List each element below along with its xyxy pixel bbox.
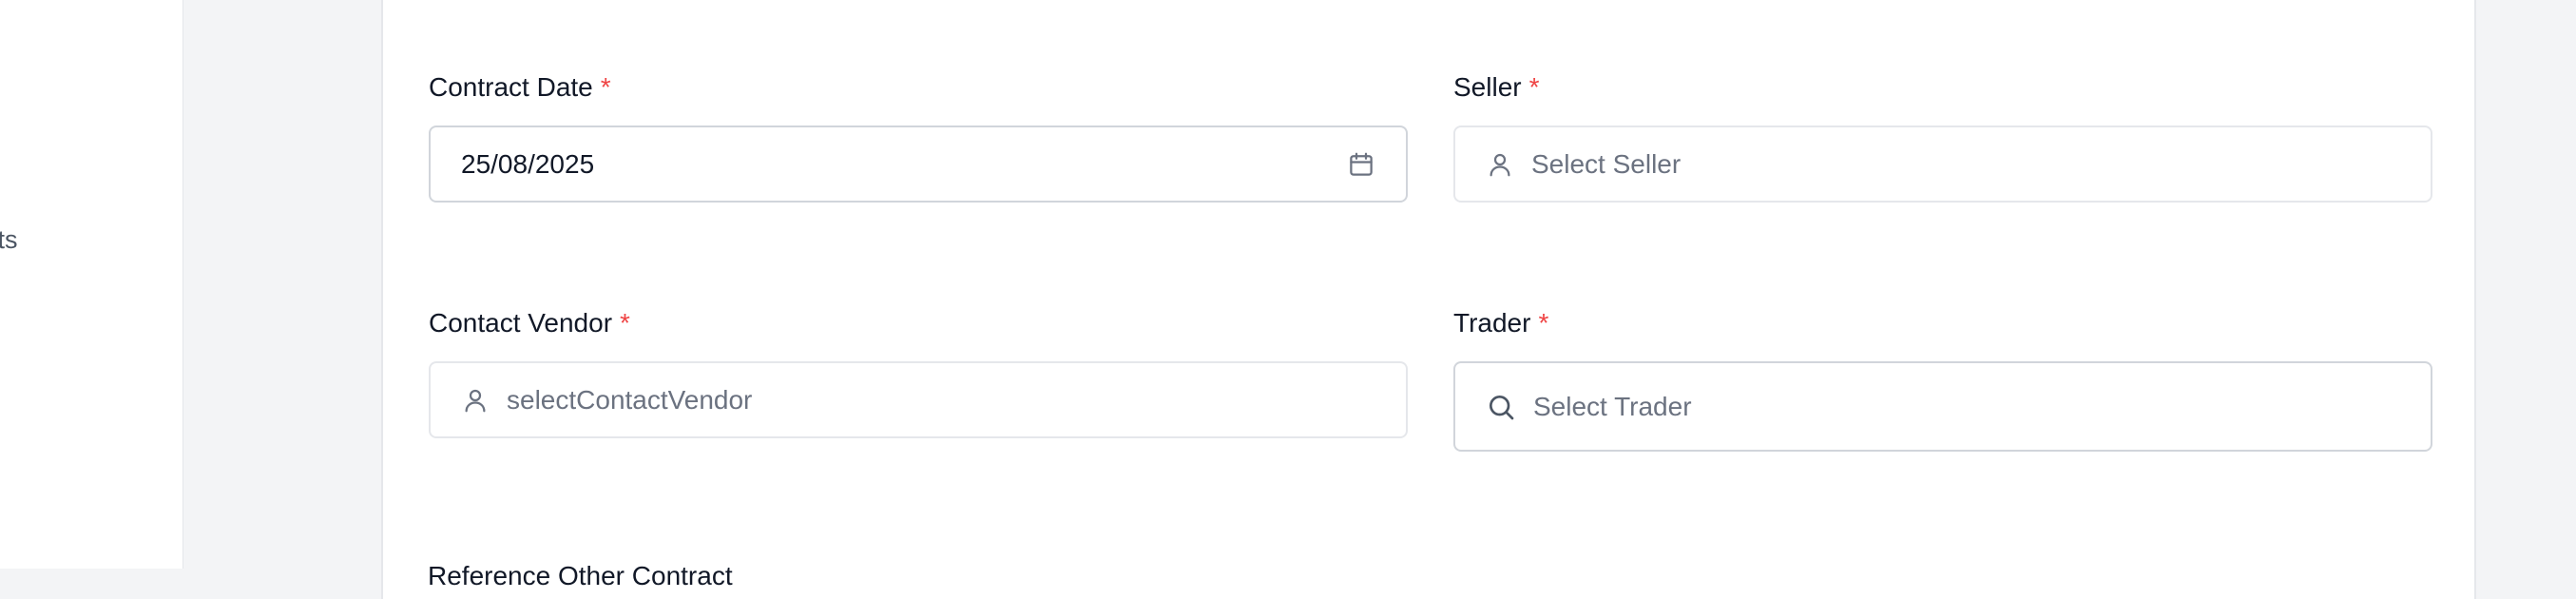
required-mark: * (1538, 308, 1549, 338)
search-icon (1486, 392, 1516, 422)
contact-vendor-placeholder: selectContactVendor (507, 384, 753, 415)
trader-search-select[interactable]: Select Trader (1453, 361, 2432, 452)
contact-vendor-label: Contact Vendor * (429, 306, 630, 340)
contact-vendor-label-text: Contact Vendor (429, 308, 613, 338)
contract-date-input[interactable]: 25/08/2025 (429, 126, 1408, 203)
seller-label-text: Seller (1453, 72, 1522, 102)
user-icon (1486, 150, 1514, 179)
contact-vendor-field: Contact Vendor * selectContactVendor (429, 306, 1408, 438)
sidebar-item-label: racts (0, 224, 18, 254)
trader-placeholder: Select Trader (1533, 391, 1692, 421)
seller-field: Seller * Select Seller (1453, 70, 2432, 203)
user-icon (461, 386, 490, 415)
trader-label: Trader * (1453, 306, 1548, 340)
sidebar: racts (0, 0, 183, 569)
calendar-icon[interactable] (1347, 150, 1375, 179)
seller-label: Seller * (1453, 70, 1540, 105)
trader-field: Trader * Select Trader (1453, 306, 2432, 452)
required-mark: * (1528, 72, 1540, 102)
contact-vendor-select[interactable]: selectContactVendor (429, 361, 1408, 438)
contract-date-label: Contract Date * (429, 70, 611, 105)
trader-label-text: Trader (1453, 308, 1531, 338)
reference-other-contract-label: Reference Other Contract (428, 561, 733, 590)
required-mark: * (600, 72, 611, 102)
required-mark: * (620, 308, 630, 338)
form-card: Contract Date * 25/08/2025 Seller * Sele… (381, 0, 2476, 599)
sidebar-item-contracts[interactable]: racts (0, 221, 171, 259)
contract-date-label-text: Contract Date (429, 72, 593, 102)
contract-date-value: 25/08/2025 (461, 148, 595, 179)
seller-placeholder: Select Seller (1531, 148, 1682, 179)
contract-date-field: Contract Date * 25/08/2025 (429, 70, 1408, 203)
seller-select[interactable]: Select Seller (1453, 126, 2432, 203)
